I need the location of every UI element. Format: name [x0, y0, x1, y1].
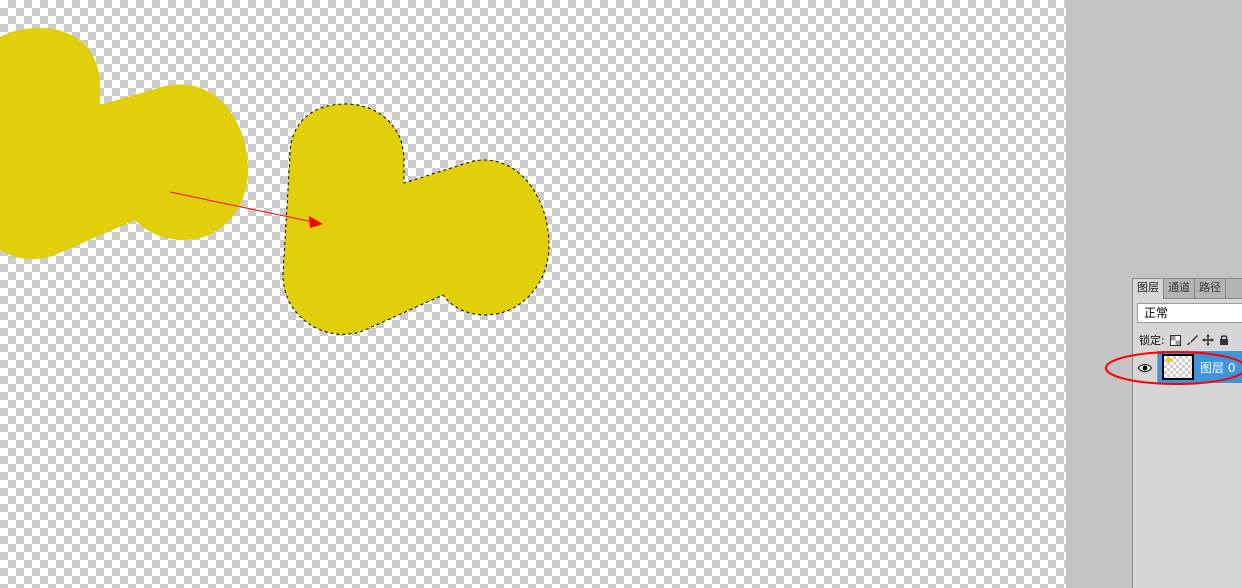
original-yellow-shape	[0, 28, 248, 260]
layer-visibility-toggle[interactable]	[1133, 351, 1158, 383]
lock-move-icon[interactable]	[1201, 333, 1215, 347]
tab-channels[interactable]: 通道	[1164, 279, 1195, 298]
document-canvas[interactable]	[0, 0, 1066, 588]
tab-layers[interactable]: 图层	[1133, 279, 1164, 299]
layer-name[interactable]: 图层 0	[1200, 359, 1235, 376]
blend-mode-select[interactable]: 正常	[1137, 303, 1242, 323]
lock-paint-icon[interactable]	[1185, 333, 1199, 347]
layers-panel: 图层 通道 路径 正常 锁定: 图层 0	[1132, 278, 1242, 588]
layer-thumbnail-shape	[1166, 358, 1172, 362]
lock-all-icon[interactable]	[1217, 333, 1231, 347]
eye-icon	[1137, 358, 1153, 377]
layer-row[interactable]: 图层 0	[1133, 351, 1242, 383]
lock-label: 锁定:	[1139, 334, 1165, 347]
tab-paths[interactable]: 路径	[1195, 279, 1226, 298]
lock-transparent-icon[interactable]	[1169, 333, 1183, 347]
moved-yellow-shape[interactable]	[282, 103, 550, 335]
panel-tabs: 图层 通道 路径	[1133, 279, 1242, 299]
layer-thumbnail[interactable]	[1162, 354, 1194, 380]
canvas-artwork	[0, 28, 550, 335]
lock-row: 锁定:	[1139, 331, 1233, 349]
